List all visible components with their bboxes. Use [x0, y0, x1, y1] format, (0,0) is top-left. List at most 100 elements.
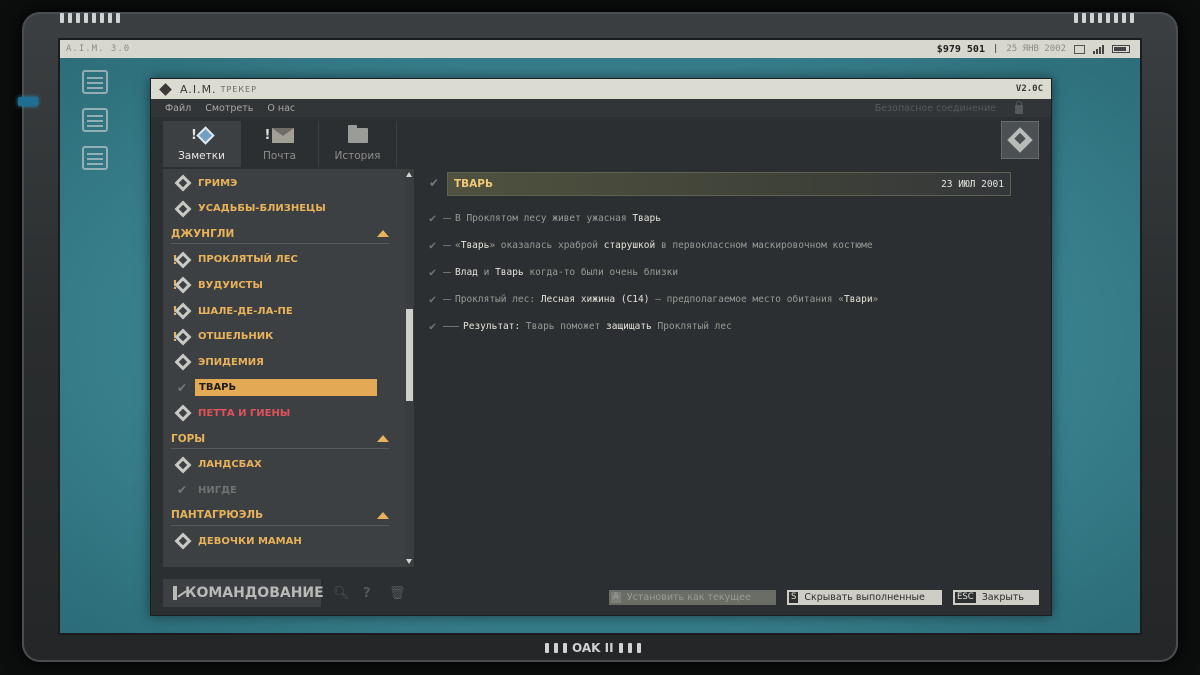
note-text: Проклятый лес — [651, 320, 732, 332]
aim-logo-icon — [159, 83, 172, 96]
window-version: V2.0C — [1015, 84, 1043, 94]
detail-header: ТВАРЬ 23 ИЮЛ 2001 — [447, 172, 1011, 196]
note-connector — [443, 298, 451, 300]
list-item[interactable]: ЛАНДСБАХ — [163, 455, 405, 475]
window-titlebar[interactable]: A.I.M. ТРЕКЕР V2.0C — [151, 79, 1051, 99]
trash-icon[interactable]: 🗑︎ — [389, 586, 406, 601]
note-line: ✔ В Проклятом лесу живет ужасная Тварь — [429, 210, 661, 226]
list-item[interactable]: !ПРОКЛЯТЫЙ ЛЕС — [163, 250, 405, 270]
window-icon[interactable] — [1074, 44, 1085, 54]
calendar-desktop-icon[interactable] — [82, 146, 108, 170]
note-keyword: Результат: — [463, 320, 526, 332]
note-keyword: Тварь — [460, 239, 490, 251]
note-text: » — [872, 293, 879, 305]
category-header[interactable]: ГОРЫ — [171, 429, 389, 449]
close-button[interactable]: ESC Закрыть — [953, 590, 1039, 605]
menu-about[interactable]: О нас — [267, 103, 295, 114]
collapse-icon[interactable] — [377, 230, 389, 238]
item-label: ЭПИДЕМИЯ — [198, 356, 264, 368]
note-keyword: Тварь — [495, 266, 524, 278]
button-label: Установить как текущее — [626, 592, 751, 603]
list-item[interactable]: ✔ ТВАРЬ — [163, 378, 405, 398]
tab-mail[interactable]: ! Почта — [241, 121, 319, 167]
secure-label: Безопасное соединение — [874, 102, 996, 114]
menu-file[interactable]: Файл — [165, 103, 191, 114]
search-icon[interactable]: 🔍︎ — [333, 586, 350, 601]
list-item[interactable]: !ОТШЕЛЬНИК — [163, 327, 405, 347]
item-label: ОТШЕЛЬНИК — [198, 331, 274, 343]
category-header[interactable]: ПАНТАГРЮЭЛЬ — [171, 506, 389, 526]
note-text: когда-то были очень близки — [523, 266, 679, 278]
set-current-button[interactable]: A Установить как текущее — [609, 590, 776, 605]
collapse-icon[interactable] — [377, 435, 389, 442]
check-icon: ✔ — [429, 211, 437, 225]
note-keyword: Тварь — [632, 212, 661, 224]
list-item[interactable]: ГРИМЭ — [163, 173, 405, 193]
quest-diamond-icon — [174, 200, 192, 218]
quest-diamond-icon — [174, 353, 192, 371]
button-label: Закрыть — [981, 592, 1025, 603]
button-label: Скрывать выполненные — [804, 592, 925, 603]
item-label: ВУДУИСТЫ — [198, 279, 263, 291]
money-balance: $979 501 — [936, 43, 985, 55]
scroll-thumb[interactable] — [406, 309, 413, 401]
command-button[interactable]: КОМАНДОВАНИЕ — [163, 579, 324, 607]
quest-diamond-icon — [174, 174, 192, 192]
list-item[interactable]: ПЕТТА И ГИЕНЫ — [163, 403, 405, 423]
list-item[interactable]: УСАДЬБЫ-БЛИЗНЕЦЫ — [163, 199, 405, 219]
note-line: ✔ Влад и Тварь когда-то были очень близки — [429, 264, 678, 280]
note-text: Тварь поможет — [525, 320, 606, 332]
key-hint: ESC — [955, 592, 976, 603]
key-hint: S — [789, 592, 799, 603]
lock-icon — [1015, 101, 1023, 114]
category-label: ПАНТАГРЮЭЛЬ — [171, 509, 264, 522]
notes-diamond-icon — [196, 125, 215, 145]
list-item[interactable]: !ВУДУИСТЫ — [163, 275, 405, 295]
tab-history[interactable]: История — [319, 121, 397, 167]
quest-diamond-icon — [174, 456, 192, 474]
category-header[interactable]: ДЖУНГЛИ — [171, 224, 389, 245]
printer-desktop-icon[interactable] — [82, 108, 108, 132]
brand-label: OAK II — [572, 641, 614, 655]
hide-completed-button[interactable]: S Скрывать выполненные — [787, 590, 942, 605]
aim-tracker-window: A.I.M. ТРЕКЕР V2.0C Файл Смотреть О нас … — [150, 78, 1052, 616]
note-text: – предполагаемое место обитания « — [649, 293, 844, 305]
battery-icon — [1112, 45, 1130, 53]
calculator-desktop-icon[interactable] — [82, 70, 108, 94]
signal-icon — [1093, 44, 1104, 54]
quest-diamond-icon — [174, 404, 192, 422]
list-scrollbar[interactable] — [405, 169, 414, 567]
scroll-up-icon[interactable] — [406, 172, 412, 177]
note-keyword: Лесная хижина (C14) — [540, 293, 650, 305]
menu-bar: Файл Смотреть О нас Безопасное соединени… — [151, 99, 1051, 117]
list-item[interactable]: ✔ НИГДЕ — [163, 480, 405, 500]
folder-icon — [347, 124, 368, 143]
detail-date: 23 ИЮЛ 2001 — [941, 178, 1004, 190]
alert-mark: ! — [264, 127, 271, 143]
key-hint: A — [611, 592, 621, 603]
os-date: 25 ЯНВ 2002 — [1006, 44, 1066, 54]
check-icon: ✔ — [177, 380, 188, 395]
window-subtitle: ТРЕКЕР — [220, 84, 257, 94]
note-connector — [443, 244, 451, 246]
note-keyword: Влад — [455, 266, 478, 278]
tab-notes[interactable]: ! Заметки — [163, 121, 241, 167]
collapse-icon[interactable] — [377, 511, 389, 519]
vent-right — [1074, 13, 1134, 23]
help-icon[interactable]: ? — [363, 586, 371, 601]
list-item[interactable]: ДЕВОЧКИ МАМАН — [163, 531, 405, 551]
os-taskbar: A.I.M. 3.0 $979 501 | 25 ЯНВ 2002 — [60, 40, 1140, 58]
check-icon: ✔ — [429, 292, 437, 306]
tab-label: Заметки — [178, 150, 225, 162]
check-icon: ✔ — [429, 319, 437, 333]
mail-icon — [272, 127, 295, 143]
note-line: ✔ Результат: Тварь поможет защищать Прокл… — [429, 318, 732, 334]
scroll-down-icon[interactable] — [406, 559, 412, 564]
list-item[interactable]: !ШАЛЕ-ДЕ-ЛА-ПЕ — [163, 301, 405, 321]
command-map-icon — [173, 586, 177, 600]
item-label: ШАЛЕ-ДЕ-ЛА-ПЕ — [198, 305, 293, 317]
status-led — [18, 97, 38, 106]
menu-view[interactable]: Смотреть — [205, 103, 253, 114]
aim-emblem-icon — [1001, 121, 1039, 159]
list-item[interactable]: ЭПИДЕМИЯ — [163, 352, 405, 372]
